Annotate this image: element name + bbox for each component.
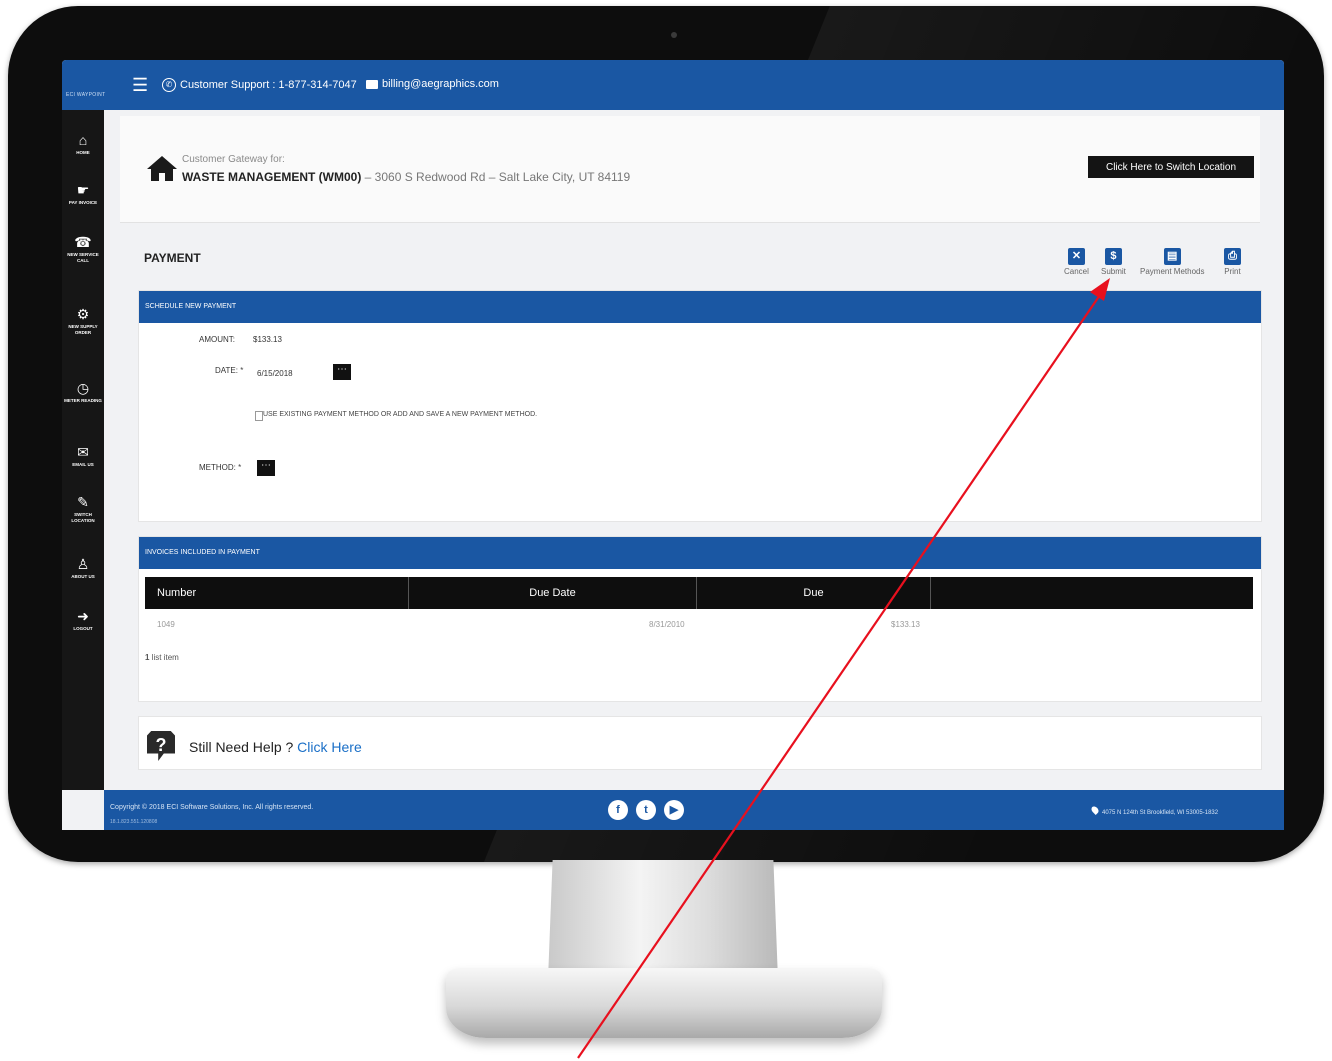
sidebar-item-about-us[interactable]: ♙ ABOUT US [62, 556, 104, 580]
schedule-payment-header: SCHEDULE NEW PAYMENT [139, 291, 1261, 323]
amount-value: $133.13 [253, 335, 282, 344]
menu-icon[interactable]: ☰ [132, 76, 148, 94]
gateway-label: Customer Gateway for: [182, 154, 285, 165]
help-banner: ? Still Need Help ? Click Here [138, 716, 1262, 770]
payment-method-checkbox-label: USE EXISTING PAYMENT METHOD OR ADD AND S… [263, 411, 538, 418]
invoice-due-date: 8/31/2010 [649, 620, 685, 629]
date-field[interactable]: 6/15/2018 [257, 369, 293, 378]
switch-location-button[interactable]: Click Here to Switch Location [1088, 156, 1254, 178]
sidebar: ⌂ HOME ☛ PAY INVOICE ☎ NEW SERVICE CALL … [62, 110, 104, 790]
submit-button[interactable]: $ Submit [1101, 248, 1126, 276]
version: 18.1.823.551.120808 [110, 819, 158, 825]
print-button[interactable]: ⎙ Print [1224, 248, 1241, 276]
table-row[interactable]: 1049 8/31/2010 $133.13 [145, 617, 1253, 637]
top-bar: ECI WAYPOINT ☰ ✆ Customer Support : 1-87… [62, 60, 1284, 110]
gateway-location: WASTE MANAGEMENT (WM00) – 3060 S Redwood… [182, 170, 630, 184]
sidebar-item-logout[interactable]: ➜ LOGOUT [62, 608, 104, 632]
customer-name: WASTE MANAGEMENT (WM00) [182, 170, 362, 184]
gateway-header: Customer Gateway for: WASTE MANAGEMENT (… [120, 116, 1260, 223]
column-due[interactable]: Due [697, 577, 931, 609]
supply-order-icon: ⚙ [76, 306, 90, 322]
date-picker-button[interactable]: ⋯ [333, 364, 351, 380]
credit-card-icon: ▤ [1163, 248, 1181, 265]
column-number[interactable]: Number [145, 577, 409, 609]
date-label: DATE: * [215, 366, 244, 375]
invoices-section: INVOICES INCLUDED IN PAYMENT Number Due … [138, 536, 1262, 702]
switch-location-icon: ✎ [77, 494, 89, 510]
envelope-icon [366, 79, 378, 89]
footer-address: 4075 N 124th St Brookfield, WI 53005-183… [1090, 805, 1218, 816]
help-link[interactable]: Click Here [297, 739, 362, 755]
support-email-text: billing@aegraphics.com [382, 78, 499, 90]
close-icon: ✕ [1067, 248, 1085, 265]
app-screen: ECI WAYPOINT ☰ ✆ Customer Support : 1-87… [62, 60, 1284, 830]
invoice-number: 1049 [157, 620, 175, 629]
dollar-icon: $ [1104, 248, 1122, 265]
twitter-icon[interactable]: t [636, 800, 656, 820]
phone-icon: ✆ [162, 78, 176, 92]
payment-methods-button[interactable]: ▤ Payment Methods [1140, 248, 1204, 276]
webcam-dot [671, 32, 677, 38]
cancel-button[interactable]: ✕ Cancel [1064, 248, 1089, 276]
sidebar-item-home[interactable]: ⌂ HOME [62, 132, 104, 156]
sidebar-item-new-service-call[interactable]: ☎ NEW SERVICE CALL [62, 234, 104, 264]
invoice-due-amount: $133.13 [891, 620, 920, 629]
monitor-base [446, 968, 882, 1038]
support-phone[interactable]: ✆ Customer Support : 1-877-314-7047 [162, 78, 357, 92]
sidebar-item-switch-location[interactable]: ✎ SWITCH LOCATION [62, 494, 104, 524]
sidebar-item-meter-reading[interactable]: ◷ METER READING [62, 380, 104, 404]
method-label: METHOD: * [199, 463, 242, 472]
location-pin-icon [1090, 805, 1100, 815]
method-picker-button[interactable]: ⋯ [257, 460, 275, 476]
facebook-icon[interactable]: f [608, 800, 628, 820]
invoices-header: INVOICES INCLUDED IN PAYMENT [139, 537, 1261, 569]
footer: Copyright © 2018 ECI Software Solutions,… [104, 790, 1284, 830]
service-call-icon: ☎ [74, 234, 92, 250]
page-title: PAYMENT [144, 251, 201, 265]
sidebar-item-pay-invoice[interactable]: ☛ PAY INVOICE [62, 182, 104, 206]
monitor-neck [548, 860, 778, 980]
user-icon: ♙ [76, 556, 90, 572]
house-icon [147, 156, 177, 181]
monitor-bezel: ECI WAYPOINT ☰ ✆ Customer Support : 1-87… [8, 6, 1324, 862]
invoice-table-header: Number Due Date Due [145, 577, 1253, 609]
email-icon: ✉ [77, 444, 89, 460]
logout-icon: ➜ [77, 608, 89, 624]
customer-address: – 3060 S Redwood Rd – Salt Lake City, UT… [361, 170, 631, 184]
meter-icon: ◷ [76, 380, 90, 396]
youtube-icon[interactable]: ▶ [664, 800, 684, 820]
support-email[interactable]: billing@aegraphics.com [366, 78, 499, 90]
printer-icon: ⎙ [1224, 248, 1241, 265]
sidebar-item-email-us[interactable]: ✉ EMAIL US [62, 444, 104, 468]
amount-label: AMOUNT: [199, 335, 235, 344]
home-icon: ⌂ [78, 132, 88, 148]
support-phone-text: Customer Support : 1-877-314-7047 [180, 79, 357, 91]
list-item-count: 1 list item [145, 653, 179, 662]
column-due-date[interactable]: Due Date [409, 577, 697, 609]
pay-invoice-icon: ☛ [76, 182, 90, 198]
copyright: Copyright © 2018 ECI Software Solutions,… [110, 804, 314, 811]
schedule-payment-section: SCHEDULE NEW PAYMENT AMOUNT: $133.13 DAT… [138, 290, 1262, 522]
brand-logo: ECI WAYPOINT [66, 92, 106, 98]
help-text: Still Need Help ? Click Here [189, 739, 362, 755]
sidebar-item-new-supply-order[interactable]: ⚙ NEW SUPPLY ORDER [62, 306, 104, 336]
payment-method-checkbox[interactable] [255, 411, 263, 421]
question-icon: ? [147, 731, 175, 761]
